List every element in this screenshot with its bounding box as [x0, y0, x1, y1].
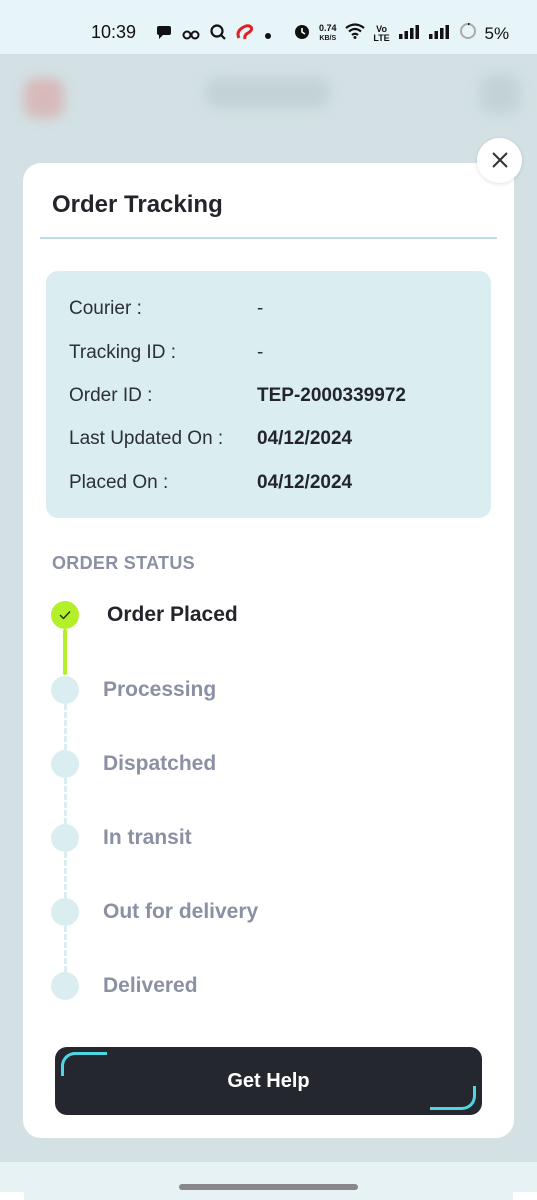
get-help-label: Get Help [227, 1069, 310, 1092]
infinity-icon [182, 25, 200, 45]
check-icon [51, 601, 79, 629]
order-status-heading: ORDER STATUS [52, 553, 195, 573]
timeline-connector-complete [63, 629, 67, 675]
battery-icon [459, 22, 477, 45]
button-accent-decoration [61, 1052, 107, 1076]
alarm-icon [293, 22, 311, 45]
timeline-connector [64, 778, 67, 824]
network-speed-unit: KB/S [319, 35, 337, 42]
timeline-connector [64, 704, 67, 750]
battery-level: 5% [484, 23, 510, 43]
wifi-icon [344, 23, 365, 44]
order-tracking-modal: Order Tracking Courier : - Tracking ID :… [23, 163, 514, 1138]
status-time: 10:39 [91, 22, 137, 42]
close-icon [491, 145, 509, 176]
step-pending-dot [51, 898, 79, 926]
step-pending-dot [51, 972, 79, 1000]
step-pending-dot [51, 750, 79, 778]
courier-value: - [257, 298, 264, 319]
status-notification-icons [156, 24, 272, 45]
modal-sheet-edge [0, 1192, 24, 1200]
tracking-id-value: - [257, 342, 264, 363]
network-speed: 0.74 KB/S [319, 24, 337, 43]
network-speed-value: 0.74 [319, 23, 337, 33]
step-dispatched: Dispatched [51, 750, 471, 780]
step-out-for-delivery: Out for delivery [51, 898, 471, 928]
dot-icon [264, 25, 272, 45]
status-bar: 10:39 0.74 KB/S Vo LTE 5% [0, 0, 537, 54]
last-updated-label: Last Updated On : [69, 428, 224, 449]
airtel-icon [236, 24, 254, 45]
order-id-value: TEP-2000339972 [257, 385, 406, 406]
step-pending-dot [51, 676, 79, 704]
step-label: Processing [103, 678, 217, 701]
step-processing: Processing [51, 676, 471, 706]
home-indicator[interactable] [179, 1184, 358, 1190]
modal-title: Order Tracking [52, 191, 223, 218]
courier-label: Courier : [69, 298, 142, 319]
search-icon [210, 24, 226, 45]
step-label: Dispatched [103, 752, 217, 775]
step-in-transit: In transit [51, 824, 471, 854]
step-order-placed: Order Placed [51, 601, 471, 631]
step-pending-dot [51, 824, 79, 852]
last-updated-value: 04/12/2024 [257, 428, 353, 449]
step-label: In transit [103, 826, 192, 849]
step-label: Out for delivery [103, 900, 259, 923]
button-accent-decoration [430, 1086, 476, 1110]
signal-icon [398, 24, 421, 44]
step-delivered: Delivered [51, 972, 471, 1002]
step-label: Order Placed [107, 603, 238, 626]
order-info-card: Courier : - Tracking ID : - Order ID : T… [46, 271, 491, 518]
signal-icon [428, 24, 451, 44]
order-id-label: Order ID : [69, 385, 153, 406]
system-nav-area [0, 1162, 537, 1200]
placed-on-label: Placed On : [69, 472, 169, 493]
modal-sheet-edge [513, 1192, 537, 1200]
status-system-icons: 0.74 KB/S Vo LTE 5% [293, 22, 509, 45]
close-button[interactable] [477, 138, 522, 183]
placed-on-value: 04/12/2024 [257, 472, 353, 493]
volte-label: Vo LTE [373, 23, 390, 43]
chat-icon [156, 25, 172, 45]
step-label: Delivered [103, 974, 198, 997]
timeline-connector [64, 852, 67, 898]
get-help-button[interactable]: Get Help [55, 1047, 482, 1115]
title-divider [40, 237, 497, 239]
blurred-header-icon [480, 74, 520, 114]
timeline-connector [64, 926, 67, 972]
tracking-id-label: Tracking ID : [69, 342, 176, 363]
blurred-header-title [205, 78, 330, 108]
blurred-back-icon [24, 78, 64, 118]
